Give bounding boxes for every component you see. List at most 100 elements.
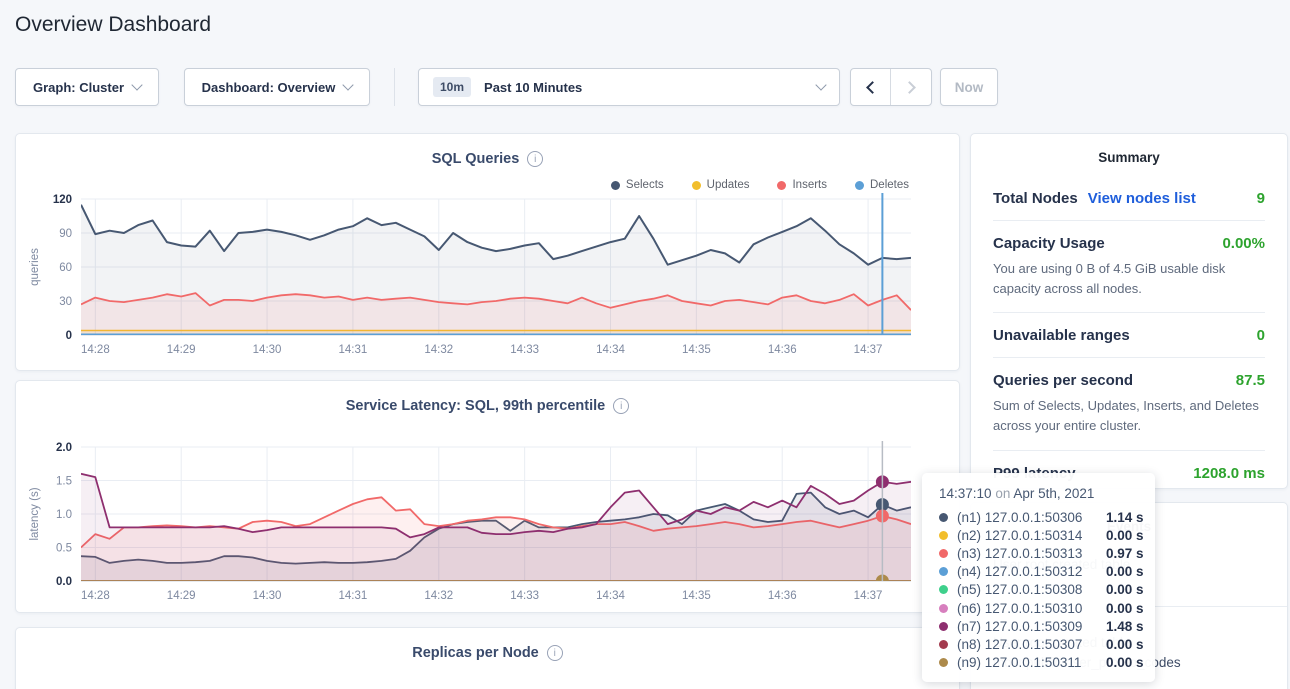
svg-text:0.0: 0.0 (56, 576, 72, 588)
legend-item-selects[interactable]: Selects (611, 179, 664, 191)
tooltip-node-label: (n8) 127.0.0.1:50307 (957, 637, 1106, 652)
chevron-left-icon (866, 81, 879, 94)
series-dot (939, 640, 948, 649)
tooltip-node-label: (n9) 127.0.0.1:50311 (957, 655, 1106, 670)
summary-row-unavailable: Unavailable ranges 0 (993, 312, 1265, 357)
tooltip-sep: on (995, 486, 1010, 501)
replicas-per-node-panel: Replicas per Node i (15, 627, 960, 689)
service-latency-title-row: Service Latency: SQL, 99th percentile i (16, 381, 959, 414)
series-dot (939, 622, 948, 631)
tooltip-node-label: (n4) 127.0.0.1:50312 (957, 564, 1106, 579)
tooltip-node-value: 0.00 s (1106, 564, 1144, 579)
legend-dot (611, 181, 620, 190)
svg-text:14:34: 14:34 (596, 590, 625, 602)
time-range-dropdown[interactable]: 10m Past 10 Minutes (418, 68, 840, 106)
svg-text:0: 0 (66, 330, 72, 342)
svg-text:14:30: 14:30 (253, 590, 282, 602)
svg-text:latency (s): latency (s) (29, 487, 41, 540)
legend-item-deletes[interactable]: Deletes (855, 179, 909, 191)
tooltip-row: (n5) 127.0.0.1:503080.00 s (939, 581, 1155, 599)
unavailable-ranges-value: 0 (1257, 327, 1265, 344)
svg-text:14:32: 14:32 (424, 344, 453, 356)
tooltip-node-value: 1.14 s (1106, 510, 1144, 525)
svg-text:14:32: 14:32 (424, 590, 453, 602)
total-nodes-label: Total Nodes (993, 190, 1078, 207)
svg-text:1.0: 1.0 (56, 509, 72, 521)
tooltip-node-value: 0.00 s (1106, 655, 1144, 670)
replicas-title: Replicas per Node (412, 645, 539, 661)
series-dot (939, 549, 948, 558)
tooltip-row: (n7) 127.0.0.1:503091.48 s (939, 617, 1155, 635)
svg-text:14:35: 14:35 (682, 344, 711, 356)
legend-item-updates[interactable]: Updates (692, 179, 750, 191)
time-range-badge: 10m (433, 77, 471, 97)
svg-text:queries: queries (29, 248, 41, 286)
qps-value: 87.5 (1236, 372, 1265, 389)
replicas-title-row: Replicas per Node i (16, 628, 959, 661)
chevron-down-icon (343, 79, 354, 90)
series-dot (939, 658, 948, 667)
info-icon[interactable]: i (613, 398, 629, 414)
tooltip-row: (n1) 127.0.0.1:503061.14 s (939, 508, 1155, 526)
svg-text:30: 30 (59, 296, 72, 308)
page-title: Overview Dashboard (15, 13, 211, 37)
svg-text:14:28: 14:28 (81, 590, 110, 602)
legend-label: Updates (707, 179, 750, 191)
series-dot (939, 585, 948, 594)
tooltip-row: (n3) 127.0.0.1:503130.97 s (939, 544, 1155, 562)
svg-text:14:33: 14:33 (510, 590, 539, 602)
legend-dot (777, 181, 786, 190)
legend-label: Selects (626, 179, 664, 191)
now-button-label: Now (955, 80, 984, 95)
info-icon[interactable]: i (527, 151, 543, 167)
tooltip-node-label: (n2) 127.0.0.1:50314 (957, 528, 1106, 543)
capacity-label: Capacity Usage (993, 235, 1105, 252)
svg-text:14:28: 14:28 (81, 344, 110, 356)
qps-description: Sum of Selects, Updates, Inserts, and De… (993, 396, 1265, 436)
time-step-buttons (850, 68, 932, 106)
now-button[interactable]: Now (940, 68, 998, 106)
sql-queries-title: SQL Queries (432, 151, 520, 167)
qps-label: Queries per second (993, 372, 1133, 389)
svg-text:14:33: 14:33 (510, 344, 539, 356)
svg-text:14:34: 14:34 (596, 344, 625, 356)
svg-text:1.5: 1.5 (56, 476, 72, 488)
tooltip-node-value: 0.00 s (1106, 528, 1144, 543)
tooltip-row: (n6) 127.0.0.1:503100.00 s (939, 599, 1155, 617)
summary-panel: Summary Total Nodes View nodes list 9 Ca… (970, 133, 1288, 489)
tooltip-row: (n4) 127.0.0.1:503120.00 s (939, 563, 1155, 581)
chart-hover-tooltip: 14:37:10 on Apr 5th, 2021 (n1) 127.0.0.1… (922, 473, 1155, 682)
tooltip-node-value: 0.00 s (1106, 582, 1144, 597)
chevron-down-icon (815, 79, 826, 90)
legend-dot (855, 181, 864, 190)
tooltip-time: 14:37:10 (939, 486, 992, 501)
tooltip-node-value: 1.48 s (1106, 619, 1144, 634)
tooltip-row: (n8) 127.0.0.1:503070.00 s (939, 635, 1155, 653)
time-forward-button[interactable] (891, 69, 931, 105)
tooltip-node-label: (n7) 127.0.0.1:50309 (957, 619, 1106, 634)
summary-title: Summary (971, 134, 1287, 176)
svg-text:14:31: 14:31 (339, 590, 368, 602)
view-nodes-list-link[interactable]: View nodes list (1088, 190, 1196, 207)
info-icon[interactable]: i (547, 645, 563, 661)
tooltip-rows: (n1) 127.0.0.1:503061.14 s (n2) 127.0.0.1… (939, 508, 1155, 672)
time-range-label: Past 10 Minutes (484, 80, 582, 95)
series-dot (939, 567, 948, 576)
tooltip-node-label: (n5) 127.0.0.1:50308 (957, 582, 1106, 597)
tooltip-date: Apr 5th, 2021 (1013, 486, 1094, 501)
graph-scope-label: Graph: Cluster (33, 80, 124, 95)
service-latency-chart[interactable]: 0.00.51.01.52.014:2814:2914:3014:3114:32… (16, 431, 960, 611)
time-back-button[interactable] (851, 69, 891, 105)
legend-item-inserts[interactable]: Inserts (777, 179, 827, 191)
dashboard-dropdown[interactable]: Dashboard: Overview (184, 68, 370, 106)
chevron-down-icon (131, 79, 142, 90)
svg-text:14:35: 14:35 (682, 590, 711, 602)
graph-scope-dropdown[interactable]: Graph: Cluster (15, 68, 159, 106)
service-latency-panel: Service Latency: SQL, 99th percentile i … (15, 380, 960, 613)
total-nodes-value: 9 (1257, 190, 1265, 207)
dashboard-label: Dashboard: Overview (202, 80, 336, 95)
sql-queries-chart[interactable]: 030609012014:2814:2914:3014:3114:3214:33… (16, 191, 960, 369)
svg-text:14:36: 14:36 (768, 344, 797, 356)
series-dot (939, 513, 948, 522)
svg-text:120: 120 (53, 194, 72, 206)
